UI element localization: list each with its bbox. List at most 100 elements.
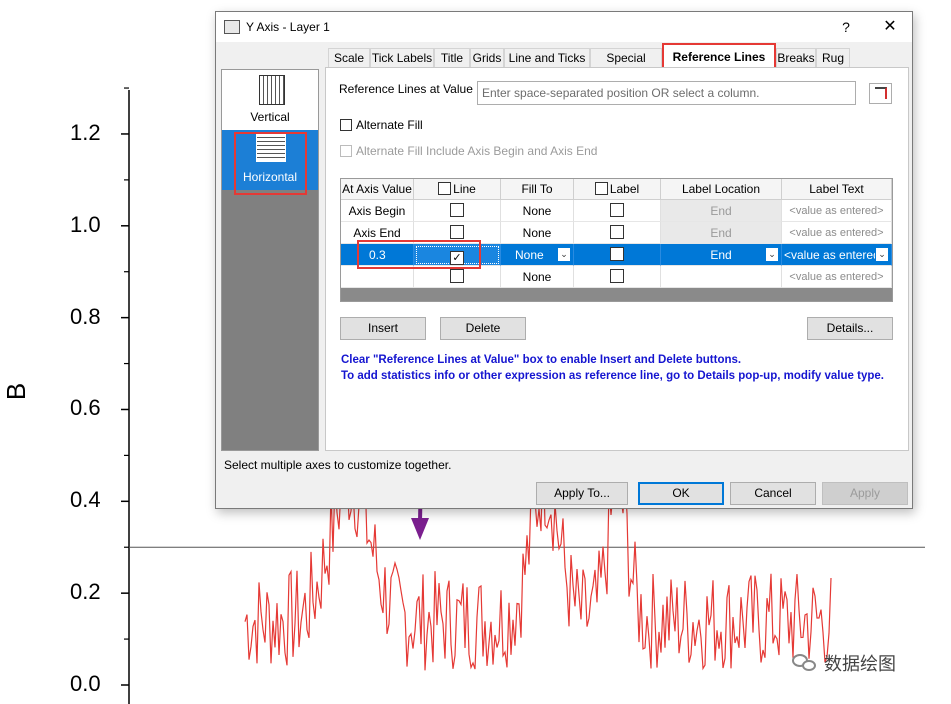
apply-button[interactable]: Apply <box>822 482 908 505</box>
sidebar-label-vertical: Vertical <box>250 110 290 124</box>
select-column-button[interactable] <box>869 83 892 104</box>
label-text-value: <value as entered> <box>784 248 887 262</box>
grid-header-label: Line <box>453 182 476 196</box>
alternate-fill-checkbox[interactable] <box>340 119 352 131</box>
label-text-value: <value as entered> <box>789 205 884 217</box>
cell-axis-value[interactable] <box>341 266 414 288</box>
cell-label[interactable] <box>574 200 661 222</box>
cell-fill-to[interactable]: None <box>501 200 574 222</box>
cell-label[interactable] <box>574 244 661 266</box>
tab-grids[interactable]: Grids <box>470 48 504 67</box>
grid-header-cell: Fill To <box>501 179 574 200</box>
info-text-1: Clear "Reference Lines at Value" box to … <box>341 354 742 366</box>
cell-label-location[interactable]: End <box>661 222 782 244</box>
tab-tick-labels[interactable]: Tick Labels <box>370 48 434 67</box>
cell-label-location[interactable] <box>661 266 782 288</box>
fill-to-value: None <box>522 204 552 218</box>
cell-label-text[interactable]: <value as entered> <box>782 266 892 288</box>
cell-label[interactable] <box>574 222 661 244</box>
ref-lines-input[interactable] <box>477 81 856 105</box>
tab-rug[interactable]: Rug <box>816 48 850 67</box>
grid-header-label: Label <box>609 182 640 196</box>
label-location-value: End <box>710 204 732 218</box>
tab-title[interactable]: Title <box>434 48 470 67</box>
grid-empty-area <box>341 288 892 301</box>
tab-breaks[interactable]: Breaks <box>776 48 816 67</box>
label-location-value: End <box>710 248 732 262</box>
grid-header-label: At Axis Value <box>342 182 412 196</box>
tab-scale[interactable]: Scale <box>328 48 370 67</box>
cell-label[interactable] <box>574 266 661 288</box>
alternate-fill-include-checkbox[interactable] <box>340 145 352 157</box>
close-icon[interactable]: ✕ <box>878 17 902 37</box>
label-text-value: <value as entered> <box>789 271 884 283</box>
status-text: Select multiple axes to customize togeth… <box>224 458 452 472</box>
y-tick-label: 1.2 <box>70 119 101 145</box>
tab-reference-lines[interactable]: Reference Lines <box>662 43 776 69</box>
label-checkbox[interactable] <box>610 269 624 283</box>
cell-label-location[interactable]: End <box>661 200 782 222</box>
sidebar-item-vertical[interactable]: Vertical <box>222 70 318 130</box>
cell-line[interactable] <box>414 266 501 288</box>
tab-special-ticks[interactable]: Special Ticks <box>590 48 662 84</box>
delete-button[interactable]: Delete <box>440 317 526 340</box>
tab-line-and-ticks[interactable]: Line and Ticks <box>504 48 590 67</box>
grid-header-cell: Label Text <box>782 179 892 200</box>
ok-button[interactable]: OK <box>638 482 724 505</box>
y-tick-label: 1.0 <box>70 211 101 237</box>
cell-label-text[interactable]: <value as entered> <box>782 200 892 222</box>
header-checkbox[interactable] <box>594 182 608 195</box>
line-checkbox[interactable] <box>450 269 464 283</box>
select-column-icon <box>875 87 887 99</box>
grid-header-label: Label Text <box>809 182 864 196</box>
cell-label-text[interactable]: <value as entered> <box>782 222 892 244</box>
cell-label-text[interactable]: <value as entered> ⌄ <box>782 244 892 266</box>
y-tick-label: 0.8 <box>70 303 101 329</box>
apply-to-button[interactable]: Apply To... <box>536 482 628 505</box>
line-checkbox[interactable] <box>450 203 464 217</box>
grid-header-cell: At Axis Value <box>341 179 414 200</box>
fill-to-value: None <box>522 226 552 240</box>
dialog-title: Y Axis - Layer 1 <box>246 20 330 34</box>
y-ticks <box>121 87 129 686</box>
header-checkbox[interactable] <box>438 182 452 195</box>
info-text-2: To add statistics info or other expressi… <box>341 370 884 382</box>
y-axis-dialog: Y Axis - Layer 1 ? ✕ Scale Tick Labels Tit… <box>215 11 913 509</box>
fill-to-value: None <box>515 248 544 262</box>
y-tick-label: 0.6 <box>70 395 101 421</box>
label-text-value: <value as entered> <box>789 227 884 239</box>
grid-header-label: Fill To <box>521 182 553 196</box>
label-checkbox[interactable] <box>610 225 624 239</box>
chevron-down-icon[interactable]: ⌄ <box>557 247 571 262</box>
cell-axis-value[interactable]: Axis Begin <box>341 200 414 222</box>
label-checkbox[interactable] <box>610 247 624 261</box>
cell-fill-to[interactable]: None ⌄ <box>501 244 574 266</box>
cell-fill-to[interactable]: None <box>501 222 574 244</box>
title-bar[interactable]: Y Axis - Layer 1 ? ✕ <box>216 12 912 42</box>
ref-lines-label: Reference Lines at Value <box>339 82 473 96</box>
help-button[interactable]: ? <box>836 17 856 37</box>
wechat-icon <box>792 652 818 674</box>
cell-fill-to[interactable]: None <box>501 266 574 288</box>
window-icon <box>224 20 240 34</box>
y-tick-label: 0.4 <box>70 487 101 513</box>
fill-to-value: None <box>522 270 552 284</box>
label-checkbox[interactable] <box>610 203 624 217</box>
cancel-button[interactable]: Cancel <box>730 482 816 505</box>
chevron-down-icon[interactable]: ⌄ <box>875 247 889 262</box>
y-axis-label: B <box>1 382 32 401</box>
label-location-value: End <box>710 226 732 240</box>
alternate-fill-include-label: Alternate Fill Include Axis Begin and Ax… <box>356 144 598 158</box>
highlight-value-cell <box>357 240 481 269</box>
cell-line[interactable] <box>414 200 501 222</box>
cell-label-location[interactable]: End ⌄ <box>661 244 782 266</box>
line-checkbox[interactable] <box>450 225 464 239</box>
y-tick-label: 0.0 <box>70 671 101 696</box>
grid-header-cell: Line <box>414 179 501 200</box>
watermark: 数据绘图 <box>792 648 896 678</box>
details-button[interactable]: Details... <box>807 317 893 340</box>
grid-header-cell: Label Location <box>661 179 782 200</box>
axis-sidebar: Vertical Horizontal <box>221 69 319 451</box>
chevron-down-icon[interactable]: ⌄ <box>765 247 779 262</box>
insert-button[interactable]: Insert <box>340 317 426 340</box>
